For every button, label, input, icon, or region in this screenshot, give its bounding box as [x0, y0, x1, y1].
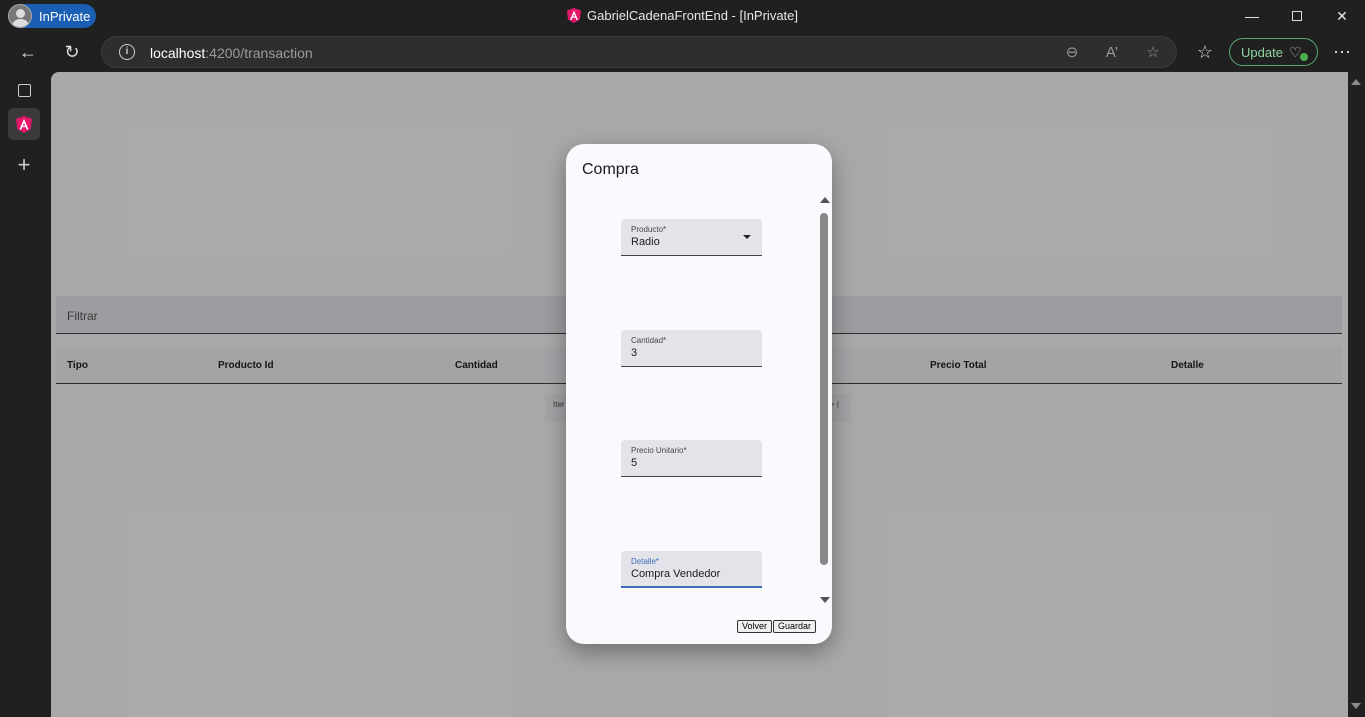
dialog-content: Producto* Radio Cantidad* 3 Precio Unita… — [566, 196, 832, 604]
dialog-title: Compra — [582, 161, 639, 178]
detalle-label: Detalle* — [631, 557, 660, 566]
new-tab-button[interactable]: + — [8, 149, 40, 181]
scroll-thumb[interactable] — [820, 213, 828, 565]
read-aloud-icon[interactable]: A’ — [1102, 43, 1122, 63]
refresh-icon: ↻ — [64, 41, 80, 62]
plus-icon: + — [17, 152, 31, 177]
dialog-scrollbar[interactable] — [819, 196, 830, 604]
cantidad-label: Cantidad* — [631, 336, 667, 345]
detalle-value: Compra Vendedor — [631, 568, 721, 580]
scroll-up-icon[interactable] — [820, 197, 830, 203]
purchase-dialog: Compra Producto* Radio Cantidad* 3 Preci… — [566, 144, 832, 644]
dialog-actions: Volver Guardar — [736, 620, 816, 633]
back-button[interactable]: Volver — [736, 620, 772, 633]
page-scrollbar[interactable] — [1348, 72, 1365, 717]
close-window-button[interactable]: ✕ — [1319, 0, 1365, 32]
save-button[interactable]: Guardar — [772, 620, 816, 633]
update-badge-icon — [1300, 53, 1308, 61]
update-button[interactable]: Update ♡ — [1229, 38, 1318, 66]
info-icon[interactable]: i — [119, 44, 135, 60]
scroll-down-icon[interactable] — [1351, 703, 1361, 709]
producto-value: Radio — [631, 236, 660, 248]
angular-logo-icon — [567, 8, 581, 23]
arrow-left-icon: ← — [19, 41, 37, 62]
favorite-star-icon[interactable]: ☆ — [1143, 43, 1163, 63]
producto-label: Producto* — [631, 225, 667, 234]
more-dots-icon: ⋯ — [1333, 41, 1351, 62]
favorites-button[interactable]: ☆ — [1191, 38, 1219, 66]
title-bar: InPrivate GabrielCadenaFrontEnd - [InPri… — [0, 0, 1365, 32]
favorites-list-icon: ☆ — [1196, 41, 1214, 62]
restore-button[interactable] — [1274, 0, 1320, 32]
cantidad-value: 3 — [631, 347, 638, 359]
detalle-input[interactable]: Detalle* Compra Vendedor — [621, 551, 762, 588]
precio-unitario-input[interactable]: Precio Unitario* 5 — [621, 440, 762, 477]
precio-unitario-value: 5 — [631, 457, 638, 469]
url-text[interactable]: localhost:4200/transaction — [150, 45, 313, 61]
url-path: :4200/transaction — [205, 45, 313, 61]
refresh-button[interactable]: ↻ — [58, 38, 86, 66]
close-icon: ✕ — [1336, 7, 1348, 24]
tab-angular-app[interactable] — [8, 108, 40, 140]
minimize-button[interactable]: — — [1229, 0, 1275, 32]
zoom-out-icon[interactable]: ⊖ — [1062, 43, 1082, 63]
minimize-icon: — — [1245, 8, 1259, 24]
url-host: localhost — [150, 45, 206, 61]
restore-icon — [1292, 11, 1302, 21]
tab-actions-button[interactable] — [8, 74, 40, 106]
address-bar[interactable]: i localhost:4200/transaction ⊖ A’ ☆ — [101, 36, 1177, 68]
precio-unitario-label: Precio Unitario* — [631, 446, 687, 455]
scroll-down-icon[interactable] — [820, 597, 830, 603]
dropdown-arrow-icon[interactable] — [743, 235, 751, 239]
cantidad-input[interactable]: Cantidad* 3 — [621, 330, 762, 367]
producto-select[interactable]: Producto* Radio — [621, 219, 762, 256]
window-title: GabrielCadenaFrontEnd - [InPrivate] — [0, 8, 1365, 23]
browser-toolbar: ← ↻ i localhost:4200/transaction ⊖ A’ ☆ … — [0, 32, 1365, 72]
settings-more-button[interactable]: ⋯ — [1328, 38, 1356, 66]
vertical-tabs-sidebar: + — [0, 72, 51, 717]
tab-actions-icon — [17, 83, 31, 97]
window-title-text: GabrielCadenaFrontEnd - [InPrivate] — [587, 8, 798, 23]
angular-favicon-icon — [16, 115, 32, 133]
back-button[interactable]: ← — [14, 38, 42, 66]
scroll-up-icon[interactable] — [1351, 79, 1361, 85]
update-label: Update — [1241, 44, 1283, 60]
